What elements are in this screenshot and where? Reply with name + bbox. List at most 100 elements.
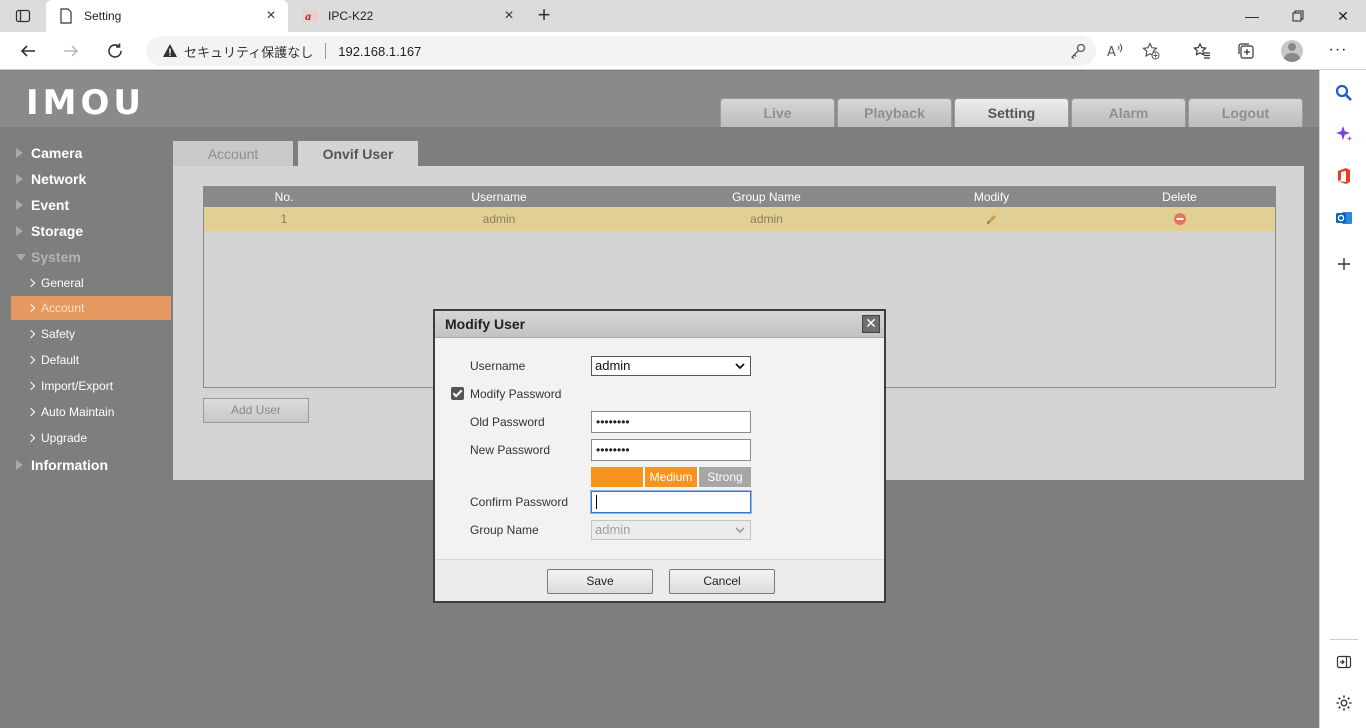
nav-system-upgrade[interactable]: Upgrade	[11, 426, 171, 450]
row-group-name: admin	[750, 212, 783, 226]
confirm-password-label: Confirm Password	[470, 495, 569, 509]
header-delete: Delete	[1162, 190, 1197, 204]
add-sidebar-app-icon[interactable]	[1334, 254, 1354, 274]
new-password-input[interactable]: ••••••••	[591, 439, 751, 461]
more-options-icon[interactable]: ···	[1327, 40, 1349, 62]
nav-system[interactable]: System	[16, 247, 81, 267]
back-icon[interactable]	[17, 40, 39, 62]
modify-password-checkbox[interactable]	[451, 387, 464, 400]
key-icon[interactable]	[1069, 42, 1087, 60]
dialog-header: Modify User ✕	[435, 311, 884, 338]
favorites-icon[interactable]	[1191, 40, 1213, 62]
username-select[interactable]: admin	[591, 356, 751, 376]
header-username: Username	[471, 190, 527, 204]
group-name-label: Group Name	[470, 523, 539, 537]
add-favorite-icon[interactable]	[1142, 42, 1160, 60]
chevron-down-icon	[735, 363, 745, 370]
nav-camera[interactable]: Camera	[16, 143, 82, 163]
nav-information[interactable]: Information	[16, 455, 108, 475]
nav-system-general[interactable]: General	[11, 271, 171, 295]
row-no: 1	[280, 212, 288, 226]
new-password-label: New Password	[470, 443, 551, 457]
modify-pencil-icon[interactable]	[899, 207, 1084, 231]
browser-tab-ipc[interactable]: a IPC-K22 ×	[290, 0, 526, 32]
browser-tab-setting[interactable]: Setting ×	[46, 0, 288, 32]
read-aloud-icon[interactable]: A	[1106, 42, 1124, 60]
dialog-footer: Save Cancel	[435, 559, 884, 601]
confirm-password-input[interactable]	[591, 491, 751, 513]
refresh-icon[interactable]	[104, 40, 126, 62]
strength-weak-segment	[591, 467, 643, 487]
edge-sidebar	[1319, 70, 1366, 728]
close-dialog-icon[interactable]: ✕	[862, 315, 880, 333]
nav-system-import-export[interactable]: Import/Export	[11, 374, 171, 398]
chevron-down-icon	[735, 527, 745, 534]
save-button[interactable]: Save	[547, 569, 653, 594]
restore-icon[interactable]	[1275, 4, 1321, 28]
header-modify: Modify	[973, 190, 1010, 204]
tab-alarm[interactable]: Alarm	[1071, 98, 1186, 127]
delete-icon[interactable]	[1084, 207, 1275, 231]
nav-event[interactable]: Event	[16, 195, 69, 215]
security-label[interactable]: セキュリティ保護なし	[184, 42, 313, 61]
nav-system-account[interactable]: Account	[11, 296, 171, 320]
minimize-icon[interactable]: —	[1229, 4, 1275, 28]
svg-text:a: a	[305, 12, 311, 23]
profile-avatar[interactable]	[1281, 40, 1303, 62]
imou-logo: IMOU	[26, 83, 145, 123]
header-no: No.	[274, 190, 294, 204]
subtab-account[interactable]: Account	[173, 141, 293, 167]
group-name-select-value: admin	[595, 522, 631, 537]
nav-storage[interactable]: Storage	[16, 221, 83, 241]
cancel-button[interactable]: Cancel	[669, 569, 775, 594]
row-username: admin	[482, 212, 516, 226]
table-row[interactable]: 1 admin admin	[204, 207, 1275, 231]
browser-tab-title: IPC-K22	[328, 9, 374, 23]
svg-text:A: A	[1107, 45, 1116, 60]
nav-system-safety[interactable]: Safety	[11, 322, 171, 346]
add-user-button[interactable]: Add User	[203, 398, 309, 423]
forward-icon[interactable]	[60, 40, 82, 62]
subtab-onvif-user[interactable]: Onvif User	[298, 141, 418, 167]
username-label: Username	[470, 359, 526, 373]
strength-strong: Strong	[699, 467, 751, 487]
close-window-icon[interactable]: ✕	[1320, 4, 1366, 28]
sidebar-settings-gear-icon[interactable]	[1334, 693, 1354, 713]
app-header: IMOU Live Playback Setting Alarm Logout	[0, 71, 1319, 127]
url-text[interactable]: 192.168.1.167	[338, 44, 421, 59]
nav-system-auto-maintain[interactable]: Auto Maintain	[11, 400, 171, 424]
group-name-select: admin	[591, 520, 751, 540]
header-group-name: Group Name	[732, 190, 801, 204]
copilot-sparkle-icon[interactable]	[1334, 124, 1354, 144]
sidebar-separator	[1330, 639, 1358, 640]
close-tab-icon[interactable]: ×	[264, 8, 278, 24]
search-icon[interactable]	[1334, 83, 1354, 103]
strength-medium: Medium	[645, 467, 697, 487]
tab-playback[interactable]: Playback	[837, 98, 952, 127]
nav-system-default[interactable]: Default	[11, 348, 171, 372]
warning-icon[interactable]	[162, 43, 178, 59]
office-icon[interactable]	[1334, 166, 1354, 186]
tab-live[interactable]: Live	[720, 98, 835, 127]
outlook-icon[interactable]	[1334, 208, 1354, 228]
tab-setting[interactable]: Setting	[954, 98, 1069, 127]
dialog-title: Modify User	[445, 316, 526, 332]
old-password-label: Old Password	[470, 415, 545, 429]
close-tab-icon[interactable]: ×	[502, 8, 516, 24]
password-strength-meter: Medium Strong	[591, 467, 751, 487]
hide-sidebar-icon[interactable]	[1334, 652, 1354, 672]
tab-logout[interactable]: Logout	[1188, 98, 1303, 127]
page-icon	[58, 8, 74, 24]
dahua-favicon-icon: a	[302, 8, 318, 24]
url-separator	[325, 43, 327, 59]
nav-network[interactable]: Network	[16, 169, 86, 189]
modify-user-dialog: Modify User ✕ Username admin Modify Pass…	[433, 309, 886, 603]
tab-actions-icon[interactable]	[12, 6, 34, 26]
text-cursor	[596, 495, 597, 509]
browser-tabstrip: Setting × a IPC-K22 × + — ✕	[0, 0, 1366, 32]
old-password-input[interactable]: ••••••••	[591, 411, 751, 433]
new-tab-icon[interactable]: +	[533, 4, 555, 27]
address-bar: セキュリティ保護なし 192.168.1.167 A	[0, 32, 1366, 70]
collections-icon[interactable]	[1235, 40, 1257, 62]
url-box[interactable]: セキュリティ保護なし 192.168.1.167	[146, 36, 1096, 66]
